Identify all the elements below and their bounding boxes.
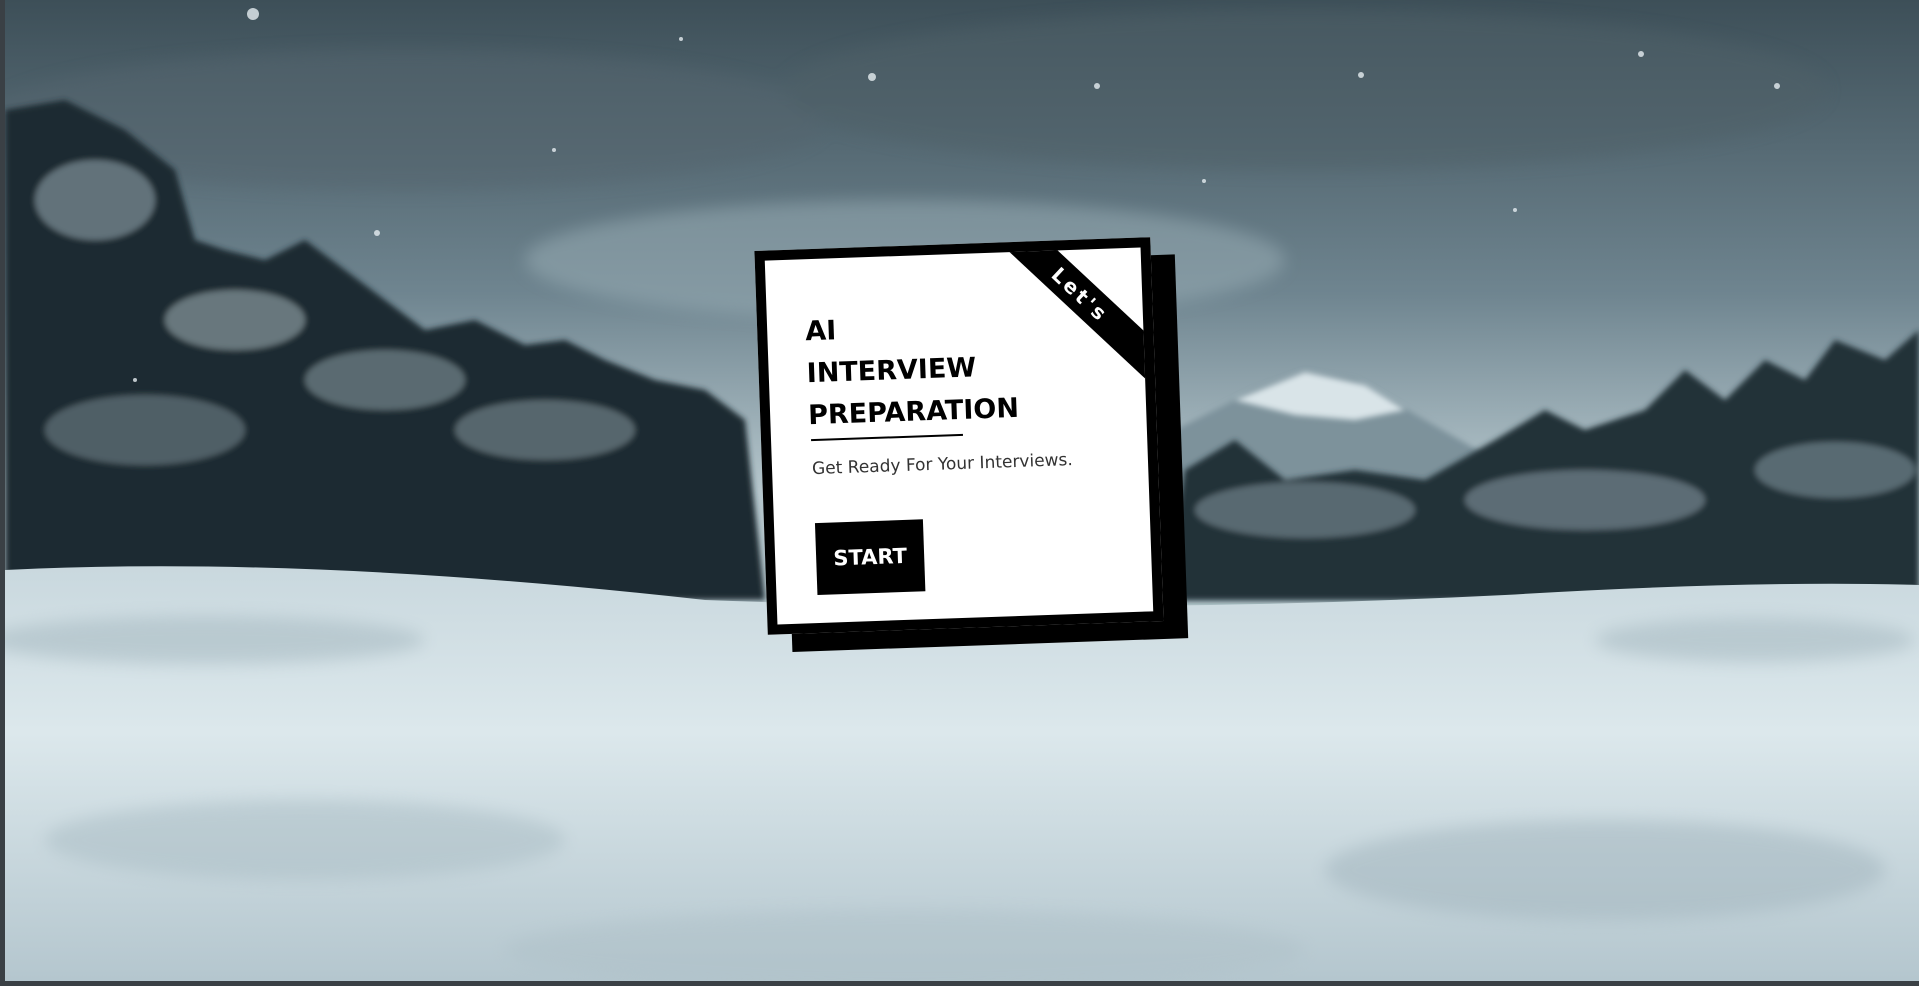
intro-card: Let's AI INTERVIEW PREPARATION Get Ready… bbox=[754, 237, 1189, 652]
title-line-preparation: PREPARATION bbox=[807, 392, 1020, 432]
app-viewport: Let's AI INTERVIEW PREPARATION Get Ready… bbox=[5, 0, 1919, 981]
title-line-interview: INTERVIEW bbox=[806, 352, 977, 390]
page-title: AI INTERVIEW PREPARATION bbox=[805, 304, 1020, 437]
title-line-ai: AI bbox=[804, 315, 837, 348]
subtitle: Get Ready For Your Interviews. bbox=[811, 450, 1074, 480]
start-button[interactable]: START bbox=[814, 519, 926, 596]
card-panel: Let's AI INTERVIEW PREPARATION Get Ready… bbox=[754, 237, 1164, 635]
